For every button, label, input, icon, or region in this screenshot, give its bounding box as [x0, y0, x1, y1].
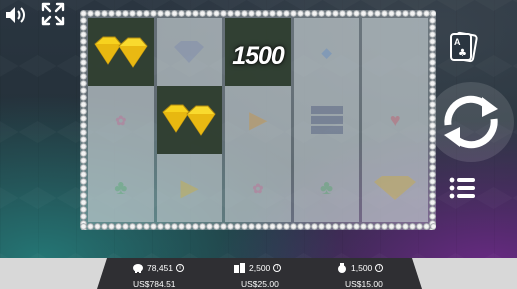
reel-cell: ♣: [88, 154, 154, 222]
win-amount: 1500: [232, 42, 285, 70]
reel-cell: ✿: [225, 154, 291, 222]
reel-cell: [156, 86, 223, 154]
fullscreen-button[interactable]: [38, 0, 68, 28]
reel-cell: ◆: [294, 18, 360, 86]
bet-credits: 2,500: [249, 263, 271, 273]
reel-5: ♥: [362, 18, 428, 222]
reel-cell: [362, 154, 428, 222]
diamond-outline-symbol: [174, 41, 205, 63]
cherry-symbol: ✿: [252, 180, 264, 196]
reel-1: ✿ ♣: [88, 18, 154, 222]
reel-cell: [362, 18, 428, 86]
reel-2: ▶: [156, 18, 223, 222]
fullscreen-icon: [41, 2, 65, 26]
reel-4: ◆ ♣: [293, 18, 360, 222]
reel-cell: ▶: [157, 154, 223, 222]
svg-text:♣: ♣: [458, 48, 467, 59]
balance-stat[interactable]: 78,451 i: [132, 263, 184, 273]
triangle-symbol: ▶: [180, 175, 198, 200]
clover-symbol: ♣: [114, 177, 128, 199]
clover-symbol: ♣: [320, 177, 334, 199]
info-icon: i: [176, 264, 184, 272]
arrow-symbol: ▶: [249, 107, 267, 132]
blue-symbol: ◆: [321, 44, 332, 60]
bet-stat[interactable]: 2,500 i: [234, 263, 282, 273]
piggy-bank-icon: [133, 264, 143, 273]
reel-cell: ♣: [294, 154, 360, 222]
coins-icon: [234, 263, 245, 273]
cards-icon: A ♣: [450, 31, 478, 63]
speaker-icon: [6, 7, 25, 23]
reel-cell: ▶: [225, 86, 291, 154]
money-bag-icon: [338, 263, 346, 273]
reel-cell: [294, 86, 360, 154]
info-icon: i: [273, 264, 282, 272]
reel-cell: [88, 18, 154, 86]
win-money: US$15.00: [345, 279, 383, 289]
menu-icon: [449, 177, 475, 199]
reel-cell: ✿: [88, 86, 154, 154]
reel-cell: [157, 18, 223, 86]
info-icon: i: [375, 264, 384, 272]
card-game-button[interactable]: A ♣: [444, 27, 484, 67]
bet-money: US$25.00: [241, 279, 279, 289]
svg-text:A: A: [454, 37, 461, 47]
spin-button[interactable]: [428, 82, 514, 162]
bar-symbol: [310, 106, 343, 134]
cherry-symbol: ♥: [389, 110, 401, 130]
balance-money: US$784.51: [133, 279, 176, 289]
diamond-symbol: [94, 36, 148, 68]
spin-icon: [444, 95, 498, 149]
win-stat[interactable]: 1,500 i: [336, 263, 384, 273]
diamond-outline-symbol: [374, 176, 417, 200]
menu-button[interactable]: [446, 174, 480, 202]
win-credits: 1,500: [351, 263, 373, 273]
cherry-symbol: ✿: [115, 112, 127, 128]
sound-button[interactable]: [2, 2, 28, 28]
reel-cell: ♥: [362, 86, 428, 154]
balance-credits: 78,451: [147, 263, 173, 273]
diamond-symbol: [162, 104, 217, 136]
